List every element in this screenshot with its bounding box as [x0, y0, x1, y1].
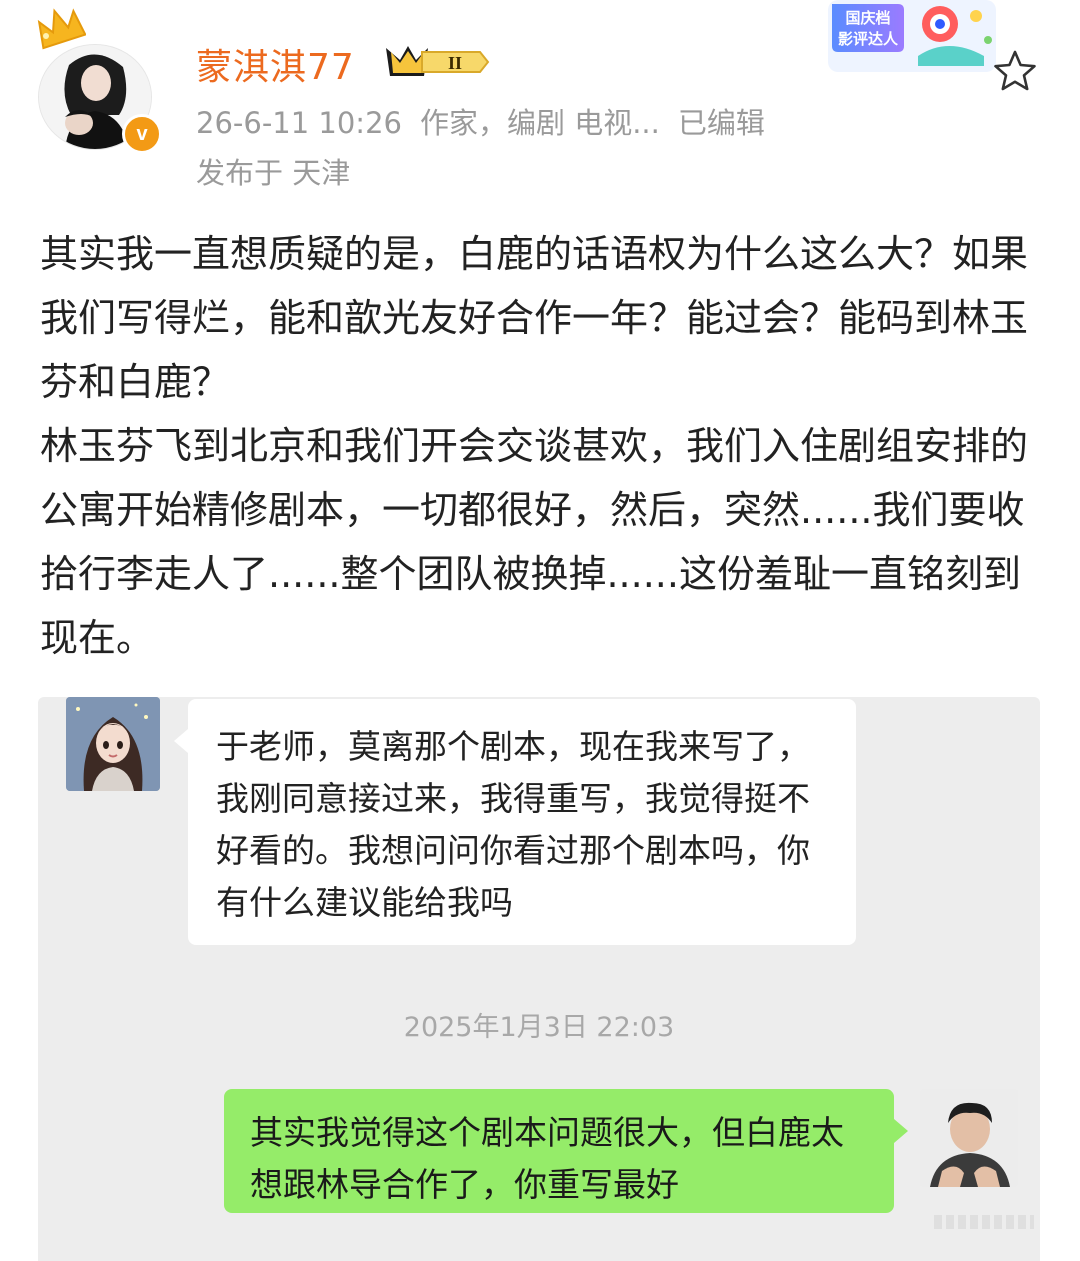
chat-timestamp: 2025年1月3日 22:03: [403, 1012, 675, 1043]
chat-avatar-incoming: [66, 697, 160, 791]
watermark-strip: [934, 1215, 1034, 1229]
post-paragraph: 林玉芬飞到北京和我们开会交谈甚欢，我们入住剧组安排的公寓开始精修剧本，一切都很好…: [40, 424, 1029, 660]
level-badge-text: II: [448, 53, 462, 73]
author-tags[interactable]: 作家，编剧 电视...: [420, 106, 660, 140]
author-name[interactable]: 蒙淇淇77: [196, 38, 355, 90]
promo-badge[interactable]: 国庆档 影评达人: [828, 0, 996, 72]
post-time: 26-6-11 10:26: [196, 106, 402, 140]
post-paragraph: 其实我一直想质疑的是，白鹿的话语权为什么这么大？如果我们写得烂，能和歆光友好合作…: [40, 232, 1029, 404]
post-body: 其实我一直想质疑的是，白鹿的话语权为什么这么大？如果我们写得烂，能和歆光友好合作…: [40, 222, 1040, 670]
star-outline-icon[interactable]: [992, 48, 1038, 94]
post-meta: 26-6-11 10:26 作家，编剧 电视... 已编辑: [196, 100, 783, 142]
cartoon-girl-avatar-icon: [66, 697, 160, 791]
post-header: v 蒙淇淇77 II 26-6-11 10:26 作家，编剧 电视... 已编辑 发…: [0, 0, 1080, 200]
chat-screenshot[interactable]: 于老师，莫离那个剧本，现在我来写了，我刚同意接过来，我得重写，我觉得挺不好看的。…: [38, 697, 1040, 1261]
edited-label[interactable]: 已编辑: [678, 106, 765, 140]
post-location: 发布于 天津: [196, 156, 351, 190]
outgoing-message-bubble[interactable]: 其实我觉得这个剧本问题很大，但白鹿太想跟林导合作了，你重写最好: [224, 1089, 908, 1213]
verified-v-icon: v: [122, 114, 162, 154]
level-badge-icon: II: [386, 46, 490, 76]
man-avatar-icon: [920, 1089, 1018, 1187]
incoming-message-bubble[interactable]: 于老师，莫离那个剧本，现在我来写了，我刚同意接过来，我得重写，我觉得挺不好看的。…: [174, 699, 856, 945]
promo-line2: 影评达人: [838, 30, 899, 48]
promo-line1: 国庆档: [845, 9, 890, 27]
chat-avatar-outgoing: [920, 1089, 1018, 1187]
crown-icon: [37, 8, 86, 50]
author-avatar-group[interactable]: v: [36, 8, 162, 154]
